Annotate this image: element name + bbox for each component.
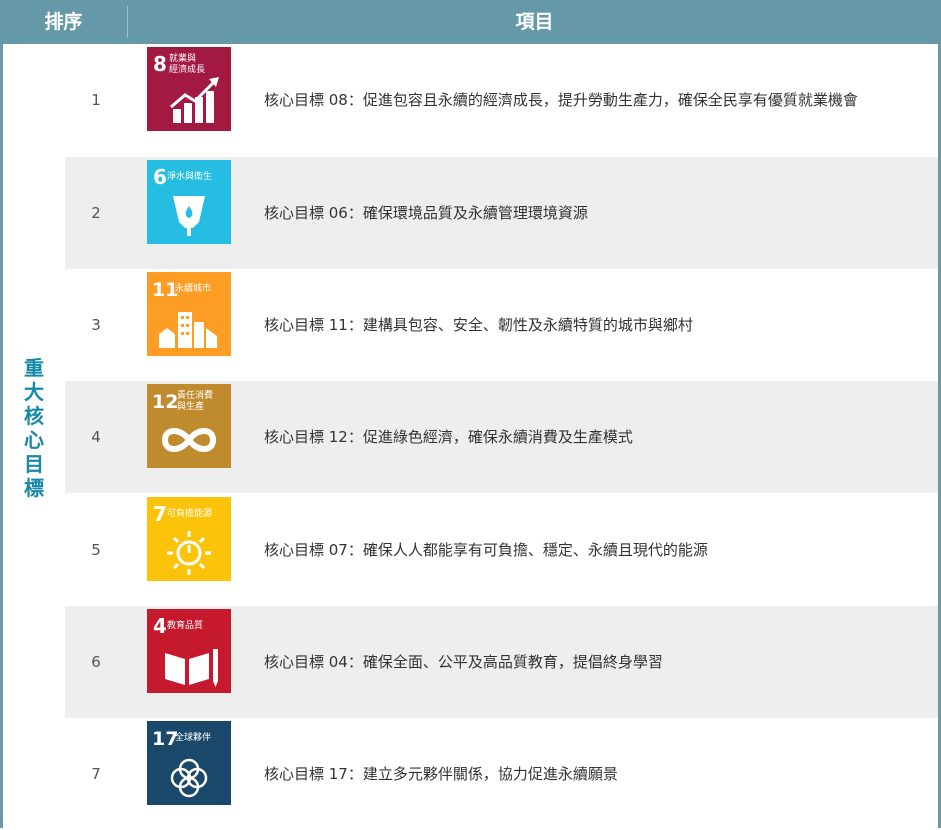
rank-number: 5 bbox=[91, 541, 101, 559]
goal-title-line2: 與生產 bbox=[177, 400, 204, 412]
goal-number: 4 bbox=[153, 614, 167, 638]
flower-rings-icon: 17 全球夥伴 bbox=[147, 721, 231, 805]
goal-number: 6 bbox=[153, 165, 167, 189]
goal-text: 核心目標 17：建立多元夥伴關係，協力促進永續願景 bbox=[264, 764, 618, 783]
goal-text: 核心目標 04：確保全面、公平及高品質教育，提倡終身學習 bbox=[264, 652, 663, 671]
table-row: 6 4 教育品質 核心目標 04：確保全面、公平及高品質教育，提倡終身學習 bbox=[65, 606, 938, 718]
table-row: 4 12 責任消費 與生產 核心目標 12：促進綠色經濟，確保永續消費及生產模式 bbox=[65, 381, 938, 493]
group-cell: 重大核心目標 bbox=[3, 44, 65, 828]
goal-description: 核心目標 11：建構具包容、安全、韌性及永續特質的城市與鄉村 bbox=[264, 269, 929, 381]
goal-title-line1: 責任消費 bbox=[177, 389, 213, 401]
goal-title-line1: 淨水與衛生 bbox=[167, 170, 212, 182]
goal-description: 核心目標 04：確保全面、公平及高品質教育，提倡終身學習 bbox=[264, 606, 929, 718]
rank-number: 1 bbox=[91, 91, 101, 109]
goal-text: 核心目標 08：促進包容且永續的經濟成長，提升勞動生產力，確保全民享有優質就業機… bbox=[264, 90, 858, 109]
sdg-goal-icon: 11 永續城市 bbox=[147, 272, 231, 356]
table-header: 排序 項目 bbox=[0, 0, 941, 44]
sdg-goal-icon: 6 淨水與衛生 bbox=[147, 160, 231, 244]
sun-power-icon: 7 可負擔能源 bbox=[147, 497, 231, 581]
sdg-goal-icon: 12 責任消費 與生產 bbox=[147, 384, 231, 468]
table-row: 1 8 就業與 經濟成長 核心目標 08：促進包容且永續的經濟成長，提升勞動生產… bbox=[65, 44, 938, 156]
infinity-loop-icon: 12 責任消費 與生產 bbox=[147, 384, 231, 468]
growth-chart-icon: 8 就業與 經濟成長 bbox=[147, 47, 231, 131]
group-label: 重大核心目標 bbox=[24, 356, 44, 500]
goal-text: 核心目標 07：確保人人都能享有可負擔、穩定、永續且現代的能源 bbox=[264, 540, 708, 559]
goal-number: 8 bbox=[153, 52, 167, 76]
goal-description: 核心目標 17：建立多元夥伴關係，協力促進永續願景 bbox=[264, 718, 929, 830]
goal-title-line1: 可負擔能源 bbox=[167, 507, 212, 519]
rank-number: 4 bbox=[91, 428, 101, 446]
goal-text: 核心目標 06：確保環境品質及永續管理環境資源 bbox=[264, 203, 588, 222]
goal-description: 核心目標 08：促進包容且永續的經濟成長，提升勞動生產力，確保全民享有優質就業機… bbox=[264, 44, 929, 156]
table-row: 5 7 可負擔能源 核心目標 07：確保人人都能享有可負擔、穩定、永續且現代的能… bbox=[65, 494, 938, 606]
goal-description: 核心目標 12：促進綠色經濟，確保永續消費及生產模式 bbox=[264, 381, 929, 493]
goals-table: 排序 項目 重大核心目標 1 8 就業與 經濟成長 核心目標 08：促進包容且永… bbox=[0, 0, 941, 828]
city-buildings-icon: 11 永續城市 bbox=[147, 272, 231, 356]
sdg-goal-icon: 8 就業與 經濟成長 bbox=[147, 47, 231, 131]
water-glass-icon: 6 淨水與衛生 bbox=[147, 160, 231, 244]
item-column-header: 項目 bbox=[515, 11, 554, 33]
goal-title-line1: 全球夥伴 bbox=[175, 731, 211, 743]
table-row: 7 17 全球夥伴 核心目標 17：建立多元夥伴關係，協力促進永續願景 bbox=[65, 718, 938, 830]
goal-number: 7 bbox=[153, 502, 167, 526]
goal-title-line1: 就業與 bbox=[169, 52, 196, 64]
goal-description: 核心目標 06：確保環境品質及永續管理環境資源 bbox=[264, 157, 929, 269]
rank-number: 2 bbox=[91, 204, 101, 222]
goal-title-line1: 永續城市 bbox=[175, 282, 211, 294]
goal-description: 核心目標 07：確保人人都能享有可負擔、穩定、永續且現代的能源 bbox=[264, 494, 929, 606]
book-pencil-icon: 4 教育品質 bbox=[147, 609, 231, 693]
sdg-goal-icon: 7 可負擔能源 bbox=[147, 497, 231, 581]
rank-number: 7 bbox=[91, 765, 101, 783]
table-row: 2 6 淨水與衛生 核心目標 06：確保環境品質及永續管理環境資源 bbox=[65, 157, 938, 269]
rank-number: 3 bbox=[91, 316, 101, 334]
goal-title-line2: 經濟成長 bbox=[169, 63, 205, 75]
sdg-goal-icon: 4 教育品質 bbox=[147, 609, 231, 693]
table-row: 3 11 永續城市 核心目標 11：建構具包容、安全、韌性及永續特質的城市與鄉村 bbox=[65, 269, 938, 381]
rank-number: 6 bbox=[91, 653, 101, 671]
rank-column-header: 排序 bbox=[44, 11, 83, 33]
goal-text: 核心目標 12：促進綠色經濟，確保永續消費及生產模式 bbox=[264, 427, 633, 446]
sdg-goal-icon: 17 全球夥伴 bbox=[147, 721, 231, 805]
goal-number: 12 bbox=[152, 391, 178, 413]
goal-text: 核心目標 11：建構具包容、安全、韌性及永續特質的城市與鄉村 bbox=[264, 315, 693, 334]
goal-title-line1: 教育品質 bbox=[167, 619, 203, 631]
